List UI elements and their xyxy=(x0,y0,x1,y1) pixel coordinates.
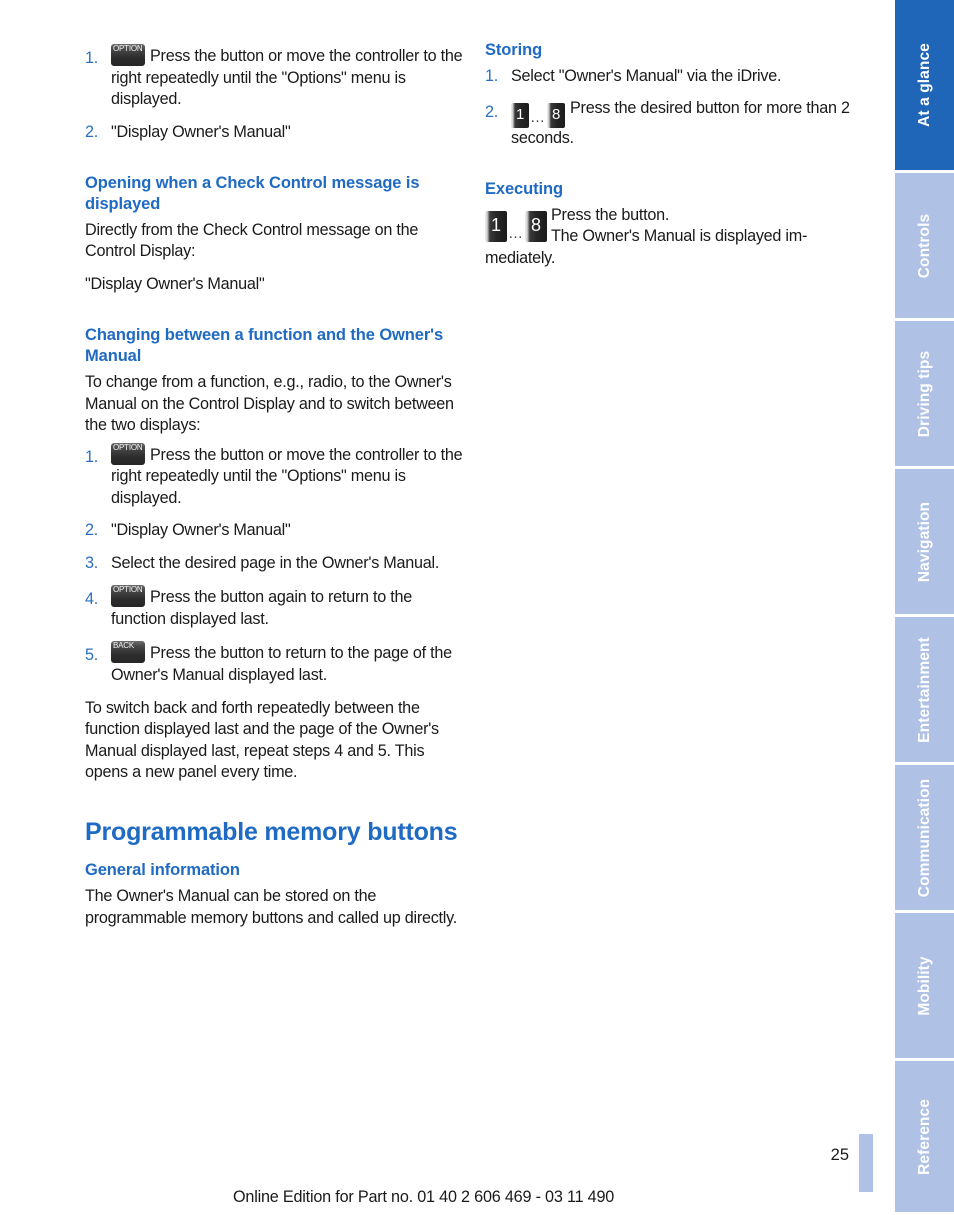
list-item: 5. BACK Press the button to return to th… xyxy=(85,641,465,686)
step-number: 2. xyxy=(85,521,99,540)
section-heading-storing: Storing xyxy=(485,41,543,59)
back-button-icon: BACK xyxy=(111,641,145,664)
section-heading-check-control: Opening when a Check Control message is … xyxy=(85,174,420,213)
tab-label: Mobility xyxy=(915,955,933,1016)
changing-steps-list: 1. OPTION Press the button or move the c… xyxy=(85,442,465,687)
step-text: Select the desired page in the Owner's M… xyxy=(111,553,440,572)
executing-block: 1… 8 Press the button. The Owner's Manual… xyxy=(485,205,865,270)
memory-button-first: 1 xyxy=(511,102,529,128)
memory-ellipsis: … xyxy=(530,108,546,126)
step-text: Press the button to return to the page o… xyxy=(111,644,452,684)
tab-label: Navigation xyxy=(915,501,933,582)
step-text: Select "Owner's Manual" via the iDrive. xyxy=(511,66,782,85)
tab-label: Controls xyxy=(915,213,933,278)
top-steps-list: 1. OPTION Press the button or move the c… xyxy=(85,44,465,143)
step-number: 1. xyxy=(85,447,99,466)
changing-closing-paragraph: To switch back and forth repeatedly betw… xyxy=(85,698,439,782)
section-heading-general-information: General information xyxy=(85,861,240,880)
tab-reference[interactable]: Reference xyxy=(895,1061,954,1212)
memory-button-first: 1 xyxy=(485,210,507,242)
list-item: 1. OPTION Press the button or move the c… xyxy=(85,442,465,510)
tab-label: At a glance xyxy=(915,43,933,127)
tab-label: Communication xyxy=(915,778,933,897)
option-icon-label: OPTION xyxy=(113,442,143,452)
page-footer: 25 Online Edition for Part no. 01 40 2 6… xyxy=(0,1125,895,1215)
back-icon-label: BACK xyxy=(113,641,134,651)
list-item: 2. "Display Owner's Manual" xyxy=(85,520,465,542)
memory-ellipsis: … xyxy=(508,224,524,242)
page-title: Programmable memory buttons xyxy=(85,817,458,846)
section-heading-changing: Changing between a function and the Owne… xyxy=(85,326,444,366)
option-icon-label: OPTION xyxy=(113,44,143,53)
list-item: 2. 1… 8 Press the desired button for more… xyxy=(485,98,865,149)
step-number: 2. xyxy=(85,122,99,141)
storing-steps-list: 1. Select "Owner's Manual" via the iDriv… xyxy=(485,66,865,149)
step-number: 3. xyxy=(85,553,99,572)
tab-driving-tips[interactable]: Driving tips xyxy=(895,321,954,466)
memory-buttons-icon: 1… 8 xyxy=(485,210,547,242)
list-item: 4. OPTION Press the button again to retu… xyxy=(85,585,465,630)
list-item: 1. Select "Owner's Manual" via the iDriv… xyxy=(485,66,865,88)
manual-page: 1. OPTION Press the button or move the c… xyxy=(0,0,954,1215)
option-icon-label: OPTION xyxy=(113,585,143,595)
section-heading-executing: Executing xyxy=(485,180,563,199)
list-item: 3. Select the desired page in the Owner'… xyxy=(85,553,465,575)
tab-at-a-glance[interactable]: At a glance xyxy=(895,0,954,170)
tab-entertainment[interactable]: Entertainment xyxy=(895,617,954,762)
tab-label: Entertainment xyxy=(915,636,933,743)
check-control-paragraph-2: "Display Owner's Manual" xyxy=(85,274,265,293)
step-text: "Display Owner's Manual" xyxy=(111,122,291,141)
memory-buttons-icon: 1… 8 xyxy=(511,102,565,128)
option-button-icon: OPTION xyxy=(111,585,145,608)
right-column: Storing 1. Select "Owner's Manual" via t… xyxy=(485,40,865,270)
option-button-icon: OPTION xyxy=(111,442,145,465)
step-number: 1. xyxy=(85,49,99,67)
step-text: "Display Owner's Manual" xyxy=(111,521,291,540)
tab-controls[interactable]: Controls xyxy=(895,173,954,318)
step-text: Press the button or move the controller … xyxy=(111,47,463,109)
tab-communication[interactable]: Communication xyxy=(895,765,954,910)
changing-paragraph: To change from a function, e.g., radio, … xyxy=(85,372,454,435)
check-control-paragraph-1: Directly from the Check Control message … xyxy=(85,220,419,261)
page-number: 25 xyxy=(830,1146,849,1164)
option-button-icon: OPTION xyxy=(111,44,145,66)
section-tab-rail: At a glance Controls Driving tips Naviga… xyxy=(895,0,954,1215)
step-number: 2. xyxy=(485,103,499,122)
step-number: 1. xyxy=(485,66,499,85)
general-information-paragraph: The Owner's Manual can be stored on the … xyxy=(85,887,458,927)
tab-mobility[interactable]: Mobility xyxy=(895,913,954,1058)
list-item: 2. "Display Owner's Manual" xyxy=(85,122,465,144)
page-number-bar xyxy=(859,1134,873,1192)
tab-label: Reference xyxy=(915,1098,933,1175)
list-item: 1. OPTION Press the button or move the c… xyxy=(85,44,465,111)
step-number: 4. xyxy=(85,590,99,609)
tab-label: Driving tips xyxy=(915,350,933,437)
step-text: Press the button again to return to the … xyxy=(111,588,413,628)
footer-edition-text: Online Edition for Part no. 01 40 2 606 … xyxy=(233,1188,615,1206)
step-number: 5. xyxy=(85,646,99,665)
executing-line-3: mediately. xyxy=(485,248,556,267)
memory-button-last: 8 xyxy=(525,210,547,242)
step-text: Press the button or move the controller … xyxy=(111,445,463,507)
left-column: 1. OPTION Press the button or move the c… xyxy=(85,40,465,935)
tab-navigation[interactable]: Navigation xyxy=(895,469,954,614)
memory-button-last: 8 xyxy=(547,102,565,128)
